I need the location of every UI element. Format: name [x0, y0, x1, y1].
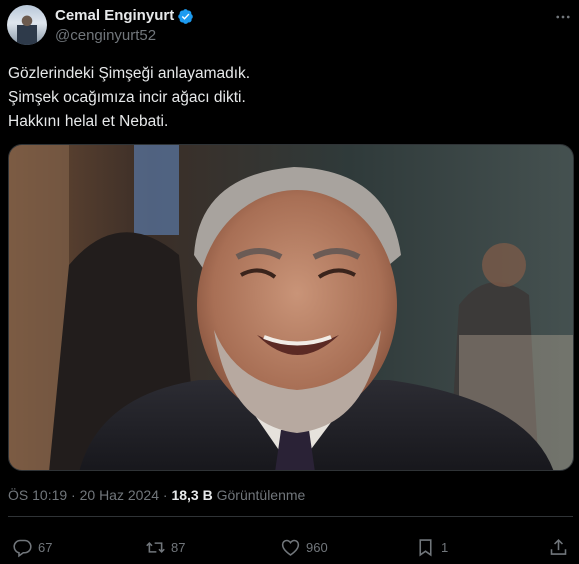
reply-count: 67	[38, 539, 53, 555]
bookmark-button[interactable]: 1	[415, 535, 448, 559]
like-button[interactable]: 960	[280, 535, 328, 559]
tweet-line: Hakkını helal et Nebati.	[8, 113, 169, 130]
author-handle[interactable]: @cenginyurt52	[55, 27, 156, 44]
photo-illustration	[9, 145, 573, 470]
more-dots-icon	[556, 15, 570, 19]
avatar-figure	[17, 14, 37, 45]
bookmark-count: 1	[441, 539, 449, 555]
share-icon	[550, 538, 567, 555]
author-name[interactable]: Cemal Enginyurt	[55, 7, 174, 24]
bookmark-icon	[419, 538, 432, 556]
tweet-line: Gözlerindeki Şimşeği anlayamadık.	[8, 65, 251, 82]
repost-button[interactable]: 87	[145, 535, 185, 559]
tweet-date[interactable]: 20 Haz 2024	[80, 487, 159, 503]
avatar[interactable]	[7, 5, 47, 45]
meta-separator: ·	[162, 487, 168, 503]
meta-separator: ·	[71, 487, 76, 503]
reply-button[interactable]: 67	[12, 535, 52, 559]
verified-badge-icon	[178, 9, 193, 24]
tweet-line: Şimşek ocağımıza incir ağacı dikti.	[8, 89, 246, 106]
reply-icon	[13, 539, 32, 557]
heart-icon	[281, 539, 300, 556]
tweet-meta: ÖS 10:19 · 20 Haz 2024 · 18,3 B Görüntül…	[8, 487, 305, 503]
tweet-text: Gözlerindeki Şimşeği anlayamadık. Şimşek…	[8, 62, 250, 134]
tweet-photo[interactable]	[8, 144, 574, 471]
views-count: 18,3 B	[171, 487, 213, 503]
like-count: 960	[306, 539, 328, 555]
repost-count: 87	[171, 539, 186, 555]
share-button[interactable]	[548, 535, 574, 559]
tweet: Cemal Enginyurt @cenginyurt52 Gözlerinde…	[0, 0, 579, 564]
divider	[8, 516, 573, 517]
repost-icon	[146, 541, 165, 553]
more-options-button[interactable]	[553, 7, 573, 27]
tweet-time[interactable]: ÖS 10:19	[8, 487, 67, 503]
views-label: Görüntülenme	[216, 487, 306, 503]
